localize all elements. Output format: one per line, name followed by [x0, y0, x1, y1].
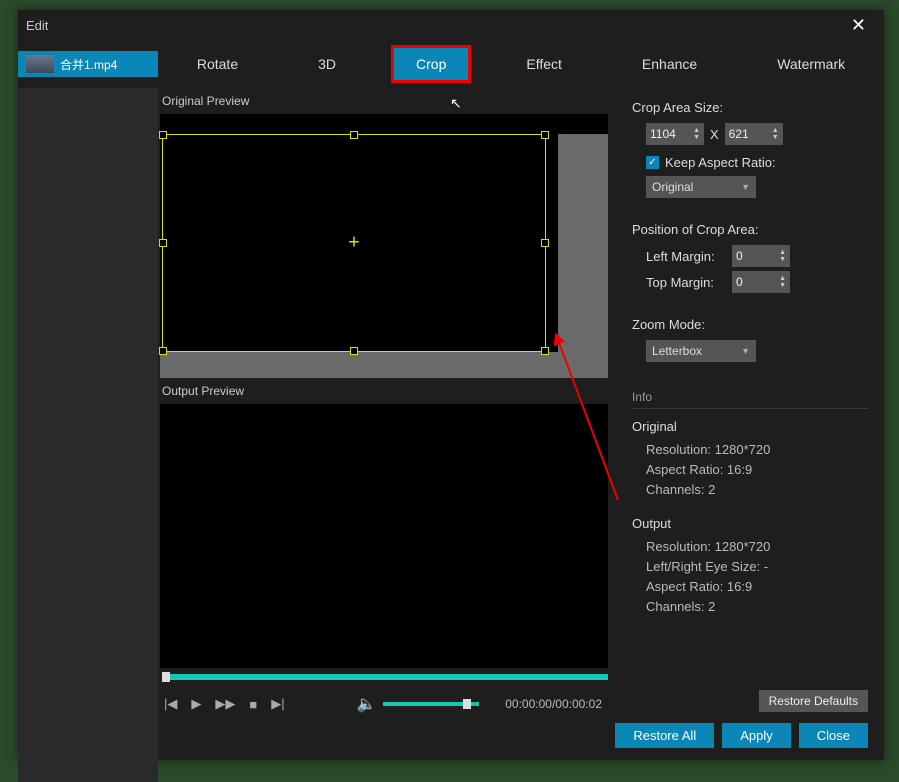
resize-handle-tr[interactable] [541, 131, 549, 139]
fast-forward-icon[interactable]: ▶▶ [215, 696, 235, 712]
output-preview-label: Output Preview [158, 378, 616, 404]
volume-control: 🔈 [357, 694, 479, 714]
resize-handle-l[interactable] [159, 239, 167, 247]
play-icon[interactable]: ▶ [191, 696, 201, 712]
tab-enhance[interactable]: Enhance [620, 48, 719, 80]
player-controls: |◀ ▶ ▶▶ ■ ▶| 🔈 00:00:00/00:00:02 [158, 680, 616, 714]
timeline-progress [168, 674, 608, 680]
close-icon[interactable]: ✕ [841, 11, 876, 40]
crop-height-input[interactable]: 621 ▲▼ [725, 123, 783, 145]
restore-defaults-button[interactable]: Restore Defaults [759, 690, 868, 712]
left-margin-label: Left Margin: [646, 249, 726, 264]
info-output-lreye: Left/Right Eye Size: - [646, 557, 868, 577]
position-label: Position of Crop Area: [632, 222, 868, 237]
left-margin-input[interactable]: 0 ▲▼ [732, 245, 790, 267]
timeline-track[interactable] [160, 674, 608, 680]
top-margin-label: Top Margin: [646, 275, 726, 290]
aspect-ratio-select[interactable]: Original ▼ [646, 176, 756, 198]
timecode: 00:00:00/00:00:02 [505, 697, 602, 711]
crop-center-icon: + [348, 232, 360, 255]
info-output-title: Output [632, 516, 868, 531]
info-original-aspect: Aspect Ratio: 16:9 [646, 460, 868, 480]
original-preview[interactable]: + [160, 114, 608, 378]
window-title: Edit [26, 18, 48, 33]
info-original-resolution: Resolution: 1280*720 [646, 440, 868, 460]
zoom-mode-select[interactable]: Letterbox ▼ [646, 340, 756, 362]
speaker-icon[interactable]: 🔈 [357, 694, 377, 714]
crop-height-value: 621 [729, 127, 749, 141]
resize-handle-t[interactable] [350, 131, 358, 139]
resize-handle-tl[interactable] [159, 131, 167, 139]
top-margin-input[interactable]: 0 ▲▼ [732, 271, 790, 293]
tab-rotate[interactable]: Rotate [175, 48, 260, 80]
tab-watermark[interactable]: Watermark [755, 48, 867, 80]
volume-slider[interactable] [383, 702, 479, 706]
file-tab[interactable]: 合并1.mp4 [18, 51, 158, 77]
left-sidebar [18, 88, 158, 782]
resize-handle-br[interactable] [541, 347, 549, 355]
info-output-channels: Channels: 2 [646, 597, 868, 617]
tab-crop[interactable]: Crop [394, 48, 468, 80]
file-thumbnail [26, 55, 54, 73]
aspect-ratio-value: Original [652, 180, 693, 194]
info-output-resolution: Resolution: 1280*720 [646, 537, 868, 557]
by-separator: X [710, 127, 719, 142]
left-margin-value: 0 [736, 249, 743, 263]
timeline-playhead[interactable] [162, 672, 170, 682]
info-header: Info [632, 390, 868, 409]
output-preview [160, 404, 608, 668]
close-button[interactable]: Close [799, 723, 868, 748]
edit-window: Edit ✕ 合并1.mp4 Rotate 3D Crop Effect Enh… [18, 10, 884, 760]
zoom-mode-value: Letterbox [652, 344, 702, 358]
zoom-mode-label: Zoom Mode: [632, 317, 868, 332]
stepper-icon[interactable]: ▲▼ [693, 127, 700, 141]
unselected-area-bottom [160, 352, 608, 378]
stepper-icon[interactable]: ▲▼ [779, 249, 786, 263]
settings-panel: Crop Area Size: 1104 ▲▼ X 621 ▲▼ ✓ Keep … [616, 88, 884, 782]
chevron-down-icon: ▼ [741, 346, 750, 356]
stop-icon[interactable]: ■ [249, 697, 257, 712]
chevron-down-icon: ▼ [741, 182, 750, 192]
info-original-channels: Channels: 2 [646, 480, 868, 500]
skip-end-icon[interactable]: ▶| [271, 696, 284, 712]
resize-handle-bl[interactable] [159, 347, 167, 355]
tab-3d[interactable]: 3D [296, 48, 358, 80]
info-output-aspect: Aspect Ratio: 16:9 [646, 577, 868, 597]
resize-handle-b[interactable] [350, 347, 358, 355]
original-preview-label: Original Preview [158, 88, 616, 114]
keep-ratio-checkbox[interactable]: ✓ [646, 156, 659, 169]
stepper-icon[interactable]: ▲▼ [772, 127, 779, 141]
stepper-icon[interactable]: ▲▼ [779, 275, 786, 289]
skip-start-icon[interactable]: |◀ [164, 696, 177, 712]
crop-width-input[interactable]: 1104 ▲▼ [646, 123, 704, 145]
crop-size-label: Crop Area Size: [632, 100, 868, 115]
info-original: Original Resolution: 1280*720 Aspect Rat… [632, 419, 868, 500]
info-original-title: Original [632, 419, 868, 434]
footer-buttons: Restore All Apply Close [615, 723, 868, 748]
apply-button[interactable]: Apply [722, 723, 791, 748]
body: Original Preview + Output Preview [18, 88, 884, 782]
main-tabs: Rotate 3D Crop Effect Enhance Watermark [158, 40, 884, 88]
info-output: Output Resolution: 1280*720 Left/Right E… [632, 516, 868, 617]
file-name: 合并1.mp4 [60, 56, 117, 73]
unselected-area-right [558, 134, 608, 378]
resize-handle-r[interactable] [541, 239, 549, 247]
crop-rectangle[interactable]: + [162, 134, 546, 352]
tab-effect[interactable]: Effect [504, 48, 584, 80]
top-margin-value: 0 [736, 275, 743, 289]
titlebar: Edit ✕ [18, 10, 884, 40]
center-panel: Original Preview + Output Preview [158, 88, 616, 782]
restore-all-button[interactable]: Restore All [615, 723, 714, 748]
keep-ratio-label: Keep Aspect Ratio: [665, 155, 776, 170]
tabs-row: 合并1.mp4 Rotate 3D Crop Effect Enhance Wa… [18, 40, 884, 88]
volume-knob[interactable] [463, 699, 471, 709]
crop-width-value: 1104 [650, 127, 676, 141]
